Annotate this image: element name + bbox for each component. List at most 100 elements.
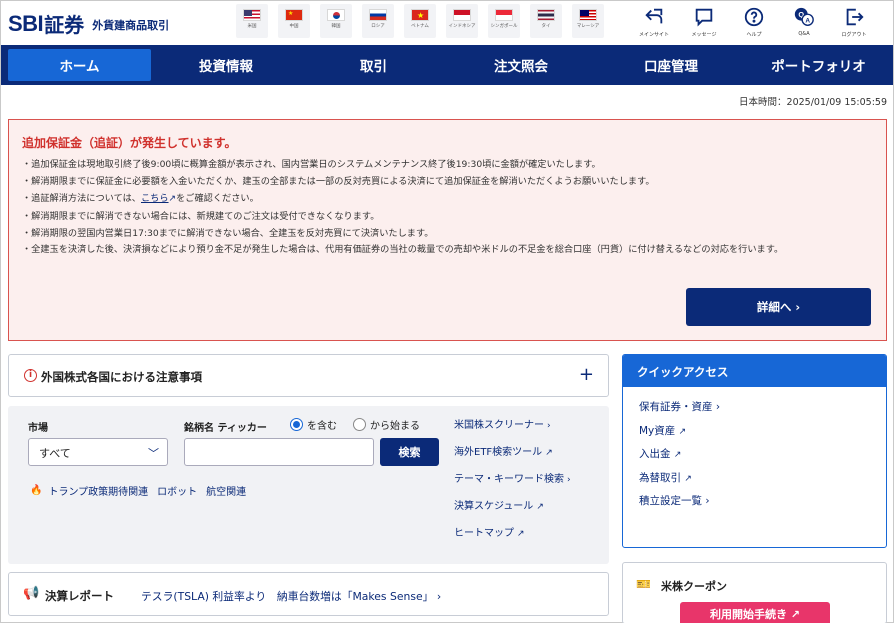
flag-label: マレーシア (576, 24, 600, 29)
expand-plus-icon[interactable]: + (579, 364, 594, 385)
qa-holdings-link[interactable]: 保有証券・資産 › (639, 397, 870, 421)
market-select[interactable]: すべて ﹀ (28, 438, 168, 466)
alert-list: ・追加保証金は現地取引終了後9:00頃に概算金額が表示され、国内営業日のシステム… (22, 156, 877, 258)
flag-us[interactable]: 米国 (236, 4, 268, 38)
link-label: テーマ・キーワード検索 (454, 474, 564, 485)
nav-order-inquiry[interactable]: 注文照会 (446, 49, 596, 81)
alert-item: ・全建玉を決済した後、決済損などにより預り金不足が発生した場合は、代用有価証券の… (22, 244, 784, 255)
link-label: 海外ETF検索ツール (454, 447, 543, 458)
link-label: 米国株スクリーナー (454, 420, 544, 431)
flag-label: 韓国 (331, 24, 341, 29)
radio-starts-with[interactable]: から始まる (353, 417, 420, 432)
external-link-icon: ↗ (673, 450, 682, 460)
header: SBI 証券 外貨建商品取引 米国 ★ 中国 韓国 ロシア ★ ベトナム インド… (1, 1, 893, 45)
earnings-schedule-link[interactable]: 決算スケジュール ↗ (454, 500, 571, 527)
flag-sg[interactable]: シンガポール (488, 4, 520, 38)
alert-item: ・解消期限までに解消できない場合には、新規建てのご注文は受付できなくなります。 (22, 211, 380, 222)
qa-fx-link[interactable]: 為替取引 ↗ (639, 468, 870, 492)
flag-label: インドネシア (448, 24, 476, 29)
util-label: Q&A (798, 31, 810, 37)
radio-unchecked-icon (353, 418, 366, 431)
ticker-input[interactable] (184, 438, 374, 466)
alert-item: ・解消期限の翌国内営業日17:30までに解消できない場合、全建玉を反対売買にて決… (22, 228, 434, 239)
tag-link[interactable]: 航空関連 (206, 483, 246, 498)
country-notice-card[interactable]: i 外国株式各国における注意事項 + (8, 354, 609, 397)
utility-icons: メインサイト メッセージ ヘルプ Q A Q&A ログアウト (629, 4, 879, 42)
flag-ru[interactable]: ロシア (362, 4, 394, 38)
main-site-button[interactable]: メインサイト (629, 4, 679, 42)
external-link-icon: ↗ (536, 502, 544, 512)
coupon-icon: 🎫 (636, 577, 651, 591)
alert-title: 追加保証金（追証）が発生しています。 (22, 136, 237, 150)
message-icon (695, 8, 713, 27)
alert-method-prefix: ・追証解消方法については、 (22, 193, 141, 204)
ticker-label: 銘柄名 ティッカー (184, 423, 267, 434)
th-flag-icon (537, 9, 555, 21)
report-title: 決算レポート (45, 589, 114, 603)
external-link-icon: ↗ (517, 529, 525, 539)
market-select-value: すべて (39, 447, 71, 460)
tag-link[interactable]: トランプ政策期待関連 (48, 483, 148, 498)
search-button[interactable]: 検索 (380, 438, 439, 466)
logout-button[interactable]: ログアウト (829, 4, 879, 42)
qa-my-assets-link[interactable]: My資産 ↗ (639, 421, 870, 445)
sbi-logo[interactable]: SBI 証券 外貨建商品取引 (8, 9, 169, 38)
info-icon: i (24, 369, 37, 382)
chevron-right-icon: › (715, 401, 721, 413)
qa-button[interactable]: Q A Q&A (779, 4, 829, 42)
flag-label: シンガポール (490, 24, 518, 29)
radio-contains[interactable]: を含む (290, 417, 337, 432)
theme-search-link[interactable]: テーマ・キーワード検索 › (454, 473, 571, 500)
cn-flag-icon: ★ (285, 9, 303, 21)
link-label: 為替取引 (639, 471, 681, 484)
alert-method-link[interactable]: こちら (141, 193, 169, 204)
util-label: ヘルプ (746, 32, 762, 38)
nav-portfolio[interactable]: ポートフォリオ (746, 49, 891, 81)
main-nav: ホーム 投資情報 取引 注文照会 口座管理 ポートフォリオ (1, 45, 893, 85)
my-flag-icon (579, 9, 597, 21)
message-button[interactable]: メッセージ (679, 4, 729, 42)
stock-search-panel: 市場 すべて ﹀ 銘柄名 ティッカー を含む から始まる 検索 🔥 トランプ政策… (8, 406, 609, 564)
flag-label: ベトナム (411, 24, 429, 29)
help-icon (744, 7, 764, 27)
external-link-icon: ↗ (678, 426, 687, 437)
nav-account[interactable]: 口座管理 (596, 49, 746, 81)
link-label: 決算スケジュール (454, 501, 534, 512)
external-link-icon: ↗ (545, 448, 553, 458)
flag-my[interactable]: マレーシア (572, 4, 604, 38)
flag-id[interactable]: インドネシア (446, 4, 478, 38)
radio-checked-icon (290, 418, 303, 431)
help-button[interactable]: ヘルプ (729, 4, 779, 42)
flag-kr[interactable]: 韓国 (320, 4, 352, 38)
logo-sbi-text: SBI (8, 10, 44, 36)
chevron-down-icon: ﹀ (148, 447, 159, 460)
flag-th[interactable]: タイ (530, 4, 562, 38)
screener-link[interactable]: 米国株スクリーナー › (454, 419, 571, 446)
return-icon (645, 8, 663, 24)
coupon-start-button[interactable]: 利用開始手続き ↗ (680, 602, 830, 623)
link-label: ヒートマップ (454, 528, 514, 539)
japan-time: 日本時間：2025/01/09 15:05:59 (739, 97, 887, 108)
kr-flag-icon (327, 9, 345, 21)
coupon-card: 🎫 米株クーポン 利用開始手続き ↗ (622, 562, 887, 623)
etf-search-link[interactable]: 海外ETF検索ツール ↗ (454, 446, 571, 473)
heatmap-link[interactable]: ヒートマップ ↗ (454, 527, 571, 554)
flag-vn[interactable]: ★ ベトナム (404, 4, 436, 38)
alert-detail-button[interactable]: 詳細へ › (686, 288, 871, 326)
flag-label: タイ (541, 24, 551, 29)
nav-trade[interactable]: 取引 (301, 49, 446, 81)
report-headline-link[interactable]: テスラ(TSLA) 利益率より 納車台数増は「Makes Sense」 › (141, 588, 441, 604)
flag-cn[interactable]: ★ 中国 (278, 4, 310, 38)
qa-savings-link[interactable]: 積立設定一覧 › (639, 491, 870, 515)
tag-link[interactable]: ロボット (157, 483, 197, 498)
flag-label: ロシア (371, 24, 385, 29)
sg-flag-icon (495, 9, 513, 21)
margin-call-alert: 追加保証金（追証）が発生しています。 ・追加保証金は現地取引終了後9:00頃に概… (8, 119, 887, 341)
qa-deposit-link[interactable]: 入出金 ↗ (639, 444, 870, 468)
theme-tags: 🔥 トランプ政策期待関連 ロボット 航空関連 (30, 483, 255, 498)
svg-text:A: A (805, 18, 810, 25)
nav-investment-info[interactable]: 投資情報 (151, 49, 301, 81)
nav-home[interactable]: ホーム (8, 49, 151, 81)
chevron-right-icon: › (705, 495, 710, 507)
id-flag-icon (453, 9, 471, 21)
